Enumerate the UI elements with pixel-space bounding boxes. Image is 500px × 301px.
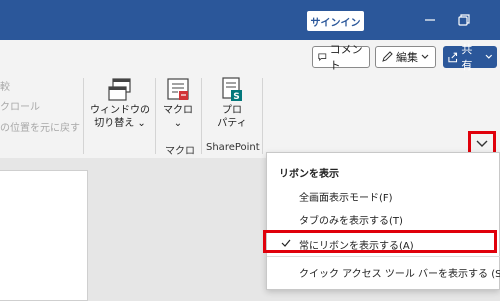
ribbon-divider — [201, 78, 202, 154]
macro-label: マクロ — [163, 105, 193, 116]
comment-icon — [318, 53, 327, 62]
ribbon-display-menu: リボンを表示 全画面表示モード(F) タブのみを表示する(T) 常にリボンを表示… — [266, 152, 500, 290]
ribbon-faded-item: の位置を元に戻す — [0, 123, 80, 134]
menu-item-quick-access[interactable]: クイック アクセス ツール バーを表示する (S) — [299, 265, 500, 280]
minimize-icon[interactable] — [422, 12, 438, 28]
chevron-down-icon — [476, 140, 488, 147]
switch-windows-label-1: ウィンドウの — [90, 105, 150, 116]
restore-icon[interactable] — [456, 12, 472, 28]
edit-button[interactable]: 編集 — [375, 46, 436, 68]
properties-label-1: プロ — [222, 105, 242, 116]
chevron-down-icon: ⌄ — [173, 118, 183, 129]
group-label-macro: マクロ — [165, 146, 195, 157]
macro-button[interactable]: マクロ ⌄ — [160, 76, 196, 130]
signin-button[interactable]: サインイン — [307, 11, 364, 31]
sharepoint-properties-icon: S — [222, 77, 242, 102]
ribbon-faded-item: クロール — [0, 102, 40, 113]
switch-windows-label-2: 切り替え ⌄ — [94, 118, 146, 129]
ribbon-divider — [262, 78, 263, 154]
menu-item-tabs-only[interactable]: タブのみを表示する(T) — [299, 212, 403, 227]
ribbon-divider — [155, 78, 156, 154]
ribbon-divider — [83, 78, 84, 154]
comment-button[interactable]: コメント — [312, 43, 370, 72]
pencil-icon — [382, 51, 393, 62]
share-label: 共有 — [461, 43, 473, 72]
comment-label: コメント — [329, 43, 363, 72]
ribbon: 較 クロール の位置を元に戻す ウィンドウの 切り替え ⌄ マクロ ⌄ マクロ — [0, 72, 500, 158]
chevron-down-icon — [421, 54, 429, 59]
document-page[interactable] — [0, 170, 88, 301]
switch-windows-icon — [108, 78, 131, 101]
menu-divider — [267, 256, 500, 257]
menu-item-fullscreen[interactable]: 全画面表示モード(F) — [299, 189, 393, 204]
svg-text:S: S — [233, 92, 239, 102]
switch-windows-button[interactable]: ウィンドウの 切り替え ⌄ — [90, 76, 150, 130]
highlight-box — [263, 230, 497, 253]
ribbon-faded-item: 較 — [0, 82, 10, 93]
properties-button[interactable]: S プロ パティ — [214, 76, 250, 130]
command-bar: コメント 編集 共有 — [0, 40, 500, 72]
macro-icon — [167, 78, 189, 100]
share-button[interactable]: 共有 — [443, 43, 497, 72]
properties-label-2: パティ — [217, 118, 247, 129]
menu-title: リボンを表示 — [279, 169, 339, 180]
title-bar: サインイン — [0, 0, 500, 40]
share-icon — [448, 52, 458, 63]
chevron-down-icon — [485, 54, 493, 59]
group-label-sharepoint: SharePoint — [206, 142, 260, 153]
edit-label: 編集 — [396, 51, 418, 64]
